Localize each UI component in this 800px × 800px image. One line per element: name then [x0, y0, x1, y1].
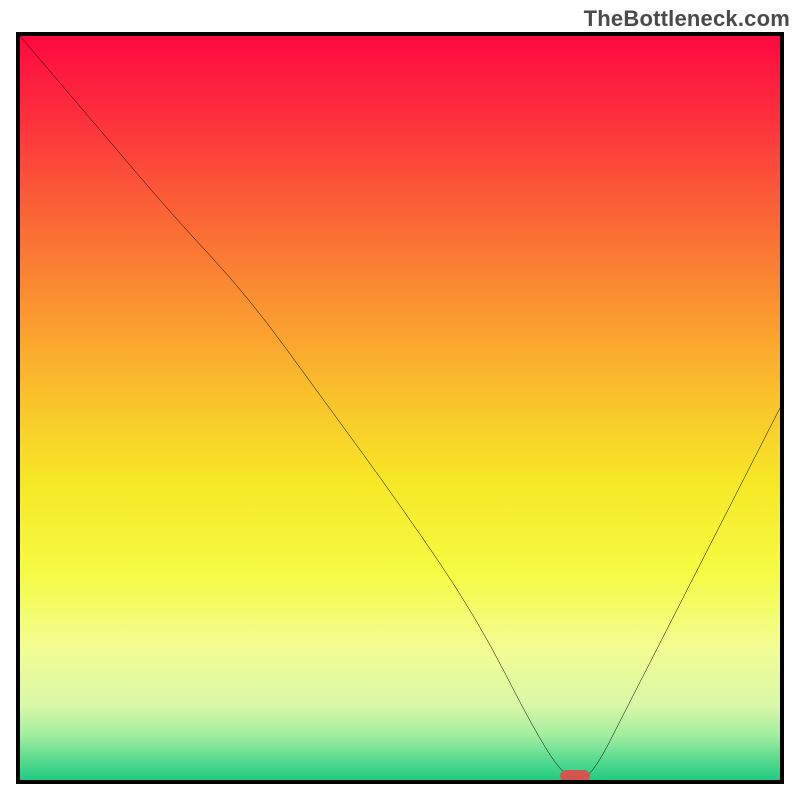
flat-bottleneck-marker — [560, 770, 590, 782]
bottleneck-curve — [20, 36, 780, 780]
chart-container: TheBottleneck.com — [0, 0, 800, 800]
plot-area — [16, 32, 784, 784]
watermark-label: TheBottleneck.com — [584, 6, 790, 32]
